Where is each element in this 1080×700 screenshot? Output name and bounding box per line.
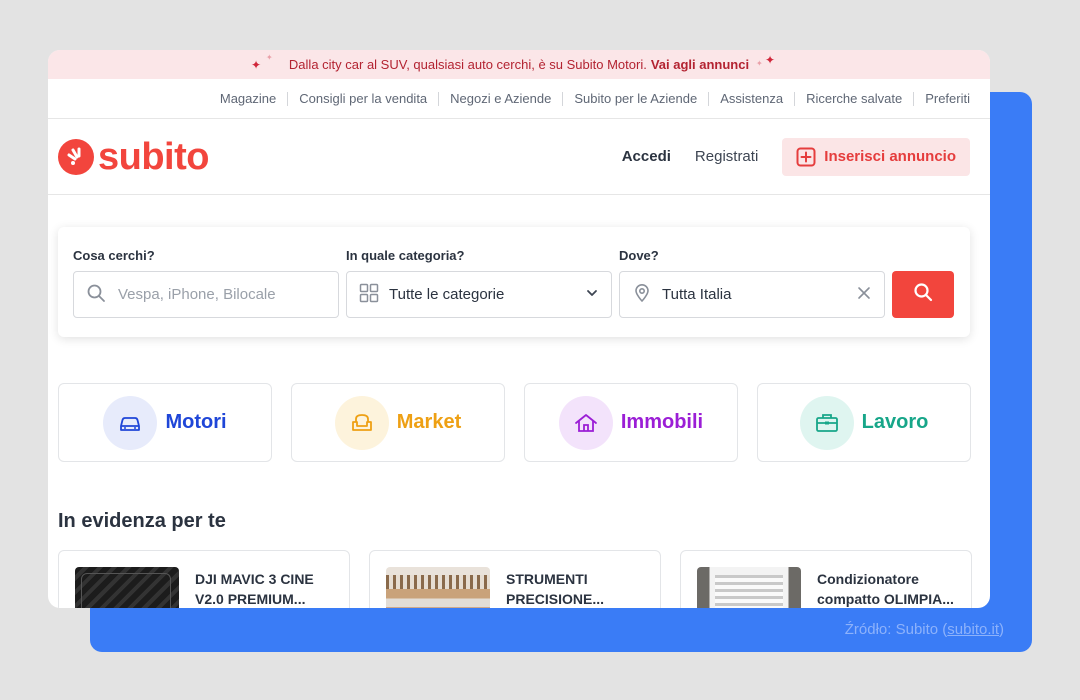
source-suffix: ) <box>999 621 1004 638</box>
category-lavoro[interactable]: Lavoro <box>757 383 971 462</box>
nav-aziende[interactable]: Subito per le Aziende <box>562 91 708 106</box>
item-title: STRUMENTI PRECISIONE... <box>506 571 605 607</box>
category-value: Tutte le categorie <box>389 286 505 303</box>
logo-mark-icon <box>58 138 94 175</box>
location-pin-icon <box>632 283 652 307</box>
insert-ad-label: Inserisci annuncio <box>824 148 956 165</box>
nav-magazine[interactable]: Magazine <box>209 91 287 106</box>
chevron-down-icon <box>585 286 599 304</box>
source-caption: Źródło: Subito (subito.it) <box>845 621 1004 638</box>
clear-icon[interactable] <box>856 285 872 305</box>
plus-square-icon <box>796 147 816 167</box>
site-header: subito Accedi Registrati Inserisci annun… <box>48 119 990 195</box>
featured-card[interactable]: DJI MAVIC 3 CINE V2.0 PREMIUM... <box>58 550 350 608</box>
category-label: In quale categoria? <box>346 248 465 263</box>
featured-card[interactable]: STRUMENTI PRECISIONE... <box>369 550 661 608</box>
category-label: Motori <box>165 411 227 433</box>
what-label: Cosa cerchi? <box>73 248 155 263</box>
where-label: Dove? <box>619 248 659 263</box>
briefcase-icon <box>799 395 854 450</box>
search-card: Cosa cerchi? In quale categoria? Tutte l… <box>58 227 970 337</box>
sparkle-icon: ✦ <box>251 58 262 72</box>
nav-negozi[interactable]: Negozi e Aziende <box>438 91 562 106</box>
section-title: In evidenza per te <box>58 510 226 532</box>
browser-window: ✦ ✦ Dalla city car al SUV, qualsiasi aut… <box>48 50 990 608</box>
search-icon <box>86 283 106 307</box>
insert-ad-button[interactable]: Inserisci annuncio <box>782 137 970 176</box>
category-market[interactable]: Market <box>291 383 505 462</box>
item-thumbnail <box>386 567 490 608</box>
promo-text: Dalla city car al SUV, qualsiasi auto ce… <box>288 57 647 72</box>
login-button[interactable]: Accedi <box>622 148 671 165</box>
promo-banner: ✦ ✦ Dalla city car al SUV, qualsiasi aut… <box>48 50 990 79</box>
sparkle-icon: ✦ <box>765 53 776 67</box>
nav-ricerche[interactable]: Ricerche salvate <box>794 91 913 106</box>
category-label: Immobili <box>620 411 704 433</box>
category-label: Market <box>396 411 462 433</box>
car-icon <box>103 395 158 450</box>
subito-logo[interactable]: subito <box>58 138 209 176</box>
category-row: Motori Market Immobili Lavoro <box>58 383 971 462</box>
where-field[interactable]: Tutta Italia <box>619 271 885 318</box>
category-select[interactable]: Tutte le categorie <box>346 271 612 318</box>
logo-text: subito <box>98 135 209 178</box>
category-immobili[interactable]: Immobili <box>524 383 738 462</box>
search-button[interactable] <box>892 271 954 318</box>
nav-preferiti[interactable]: Preferiti <box>913 91 970 106</box>
where-value: Tutta Italia <box>662 286 732 303</box>
sparkle-icon: ✦ <box>756 59 763 68</box>
house-icon <box>558 395 613 450</box>
grid-icon <box>359 283 379 307</box>
item-title: Condizionatore compatto OLIMPIA... <box>817 571 954 607</box>
search-input[interactable] <box>118 286 318 303</box>
category-motori[interactable]: Motori <box>58 383 272 462</box>
item-thumbnail <box>697 567 801 608</box>
item-thumbnail <box>75 567 179 608</box>
featured-list: DJI MAVIC 3 CINE V2.0 PREMIUM... STRUMEN… <box>58 550 972 608</box>
search-icon <box>913 282 933 307</box>
nav-assistenza[interactable]: Assistenza <box>708 91 794 106</box>
sparkle-icon: ✦ <box>266 53 273 62</box>
what-field[interactable] <box>73 271 339 318</box>
item-title: DJI MAVIC 3 CINE V2.0 PREMIUM... <box>195 571 314 607</box>
nav-consigli[interactable]: Consigli per la vendita <box>287 91 438 106</box>
category-label: Lavoro <box>861 411 929 433</box>
armchair-icon <box>334 395 389 450</box>
top-nav: Magazine Consigli per la vendita Negozi … <box>48 79 990 119</box>
featured-card[interactable]: Condizionatore compatto OLIMPIA... <box>680 550 972 608</box>
source-link[interactable]: subito.it <box>947 621 999 638</box>
source-prefix: Źródło: Subito ( <box>844 621 948 638</box>
promo-link[interactable]: Vai agli annunci <box>651 57 749 72</box>
register-button[interactable]: Registrati <box>695 148 758 165</box>
